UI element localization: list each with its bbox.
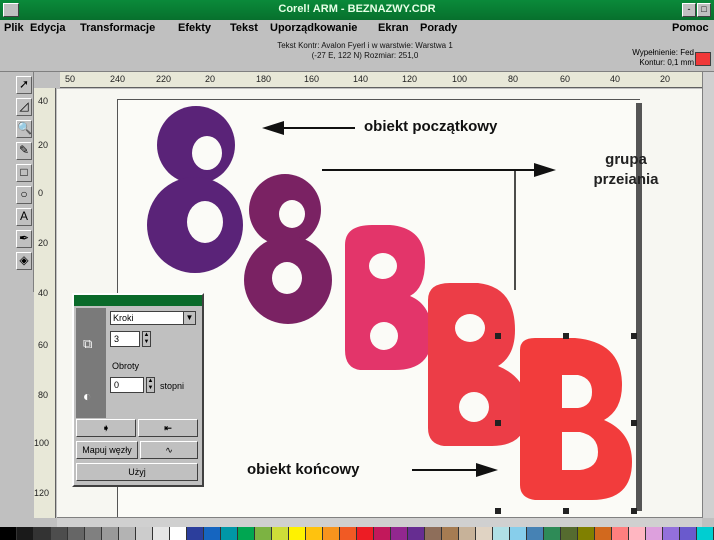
selection-handle[interactable] [563,333,569,339]
map-nodes-button[interactable]: Mapuj węzły [76,441,138,459]
rotation-spinner[interactable]: ▲ ▼ [146,377,155,393]
selection-handle[interactable] [563,508,569,514]
blend-steps-icon[interactable]: ⧉ [83,336,92,352]
selection-handle[interactable] [631,508,637,514]
selection-handle[interactable] [495,420,501,426]
horizontal-scrollbar[interactable] [57,517,702,527]
degrees-label: stopni [160,381,185,391]
steps-input[interactable]: 3 [110,331,140,347]
palette-swatch[interactable] [102,527,119,540]
blend-step-3[interactable] [428,283,528,446]
apply-button[interactable]: Użyj [76,463,198,481]
path-button[interactable]: ∿ [140,441,198,459]
end-object-button[interactable]: ⇤ [138,419,198,437]
end-object[interactable] [520,338,632,500]
palette-swatch[interactable] [408,527,425,540]
palette-swatch[interactable] [357,527,374,540]
palette-swatch[interactable] [85,527,102,540]
start-object-label: obiekt początkowy [364,118,498,135]
palette-swatch[interactable] [612,527,629,540]
selection-handle[interactable] [495,333,501,339]
palette-swatch[interactable] [510,527,527,540]
palette-swatch[interactable] [68,527,85,540]
blend-step-1[interactable] [244,174,332,324]
palette-swatch[interactable] [391,527,408,540]
rotation-input[interactable]: 0 [110,377,144,393]
panel-title-bar[interactable] [74,295,202,306]
blend-rotation-icon[interactable]: ◐ [83,388,91,404]
color-palette [0,527,714,540]
group-label: grupa przeiania [576,150,676,190]
palette-swatch[interactable] [238,527,255,540]
palette-swatch[interactable] [187,527,204,540]
palette-swatch[interactable] [340,527,357,540]
palette-swatch[interactable] [629,527,646,540]
palette-swatch[interactable] [34,527,51,540]
palette-swatch[interactable] [646,527,663,540]
start-object[interactable] [147,106,243,273]
end-object-label: obiekt końcowy [247,461,360,478]
blend-mode-value: Kroki [113,313,134,323]
palette-swatch[interactable] [17,527,34,540]
selection-handle[interactable] [631,333,637,339]
palette-swatch[interactable] [374,527,391,540]
palette-swatch[interactable] [255,527,272,540]
palette-swatch[interactable] [306,527,323,540]
group-label-line2: przeiania [593,171,659,188]
palette-swatch[interactable] [527,527,544,540]
palette-swatch[interactable] [272,527,289,540]
palette-swatch[interactable] [119,527,136,540]
palette-swatch[interactable] [442,527,459,540]
blend-mode-dropdown[interactable]: Kroki ▼ [110,311,196,325]
selection-handle[interactable] [631,420,637,426]
palette-swatch[interactable] [170,527,187,540]
palette-swatch[interactable] [697,527,714,540]
palette-swatch[interactable] [136,527,153,540]
panel-icon-column: ⧉ ◐ [76,308,106,418]
palette-swatch[interactable] [289,527,306,540]
palette-swatch[interactable] [561,527,578,540]
palette-swatch[interactable] [0,527,17,540]
palette-swatch[interactable] [425,527,442,540]
dropdown-arrow-icon[interactable]: ▼ [183,312,195,324]
palette-swatch[interactable] [51,527,68,540]
blend-step-2[interactable] [345,225,432,370]
palette-swatch[interactable] [204,527,221,540]
palette-swatch[interactable] [153,527,170,540]
palette-swatch[interactable] [663,527,680,540]
palette-swatch[interactable] [544,527,561,540]
steps-spinner[interactable]: ▲ ▼ [142,331,151,347]
palette-swatch[interactable] [595,527,612,540]
palette-swatch[interactable] [221,527,238,540]
rotation-label: Obroty [112,361,140,371]
group-label-line1: grupa [605,151,647,168]
palette-swatch[interactable] [680,527,697,540]
palette-swatch[interactable] [459,527,476,540]
palette-swatch[interactable] [493,527,510,540]
blend-rollup-panel: ⧉ ◐ Kroki ▼ 3 ▲ ▼ Obroty 0 ▲ ▼ stopni ➧ ⇤ … [72,293,204,487]
palette-swatch[interactable] [578,527,595,540]
palette-swatch[interactable] [323,527,340,540]
start-object-button[interactable]: ➧ [76,419,136,437]
palette-swatch[interactable] [476,527,493,540]
selection-handle[interactable] [495,508,501,514]
vertical-scrollbar[interactable] [702,72,714,518]
